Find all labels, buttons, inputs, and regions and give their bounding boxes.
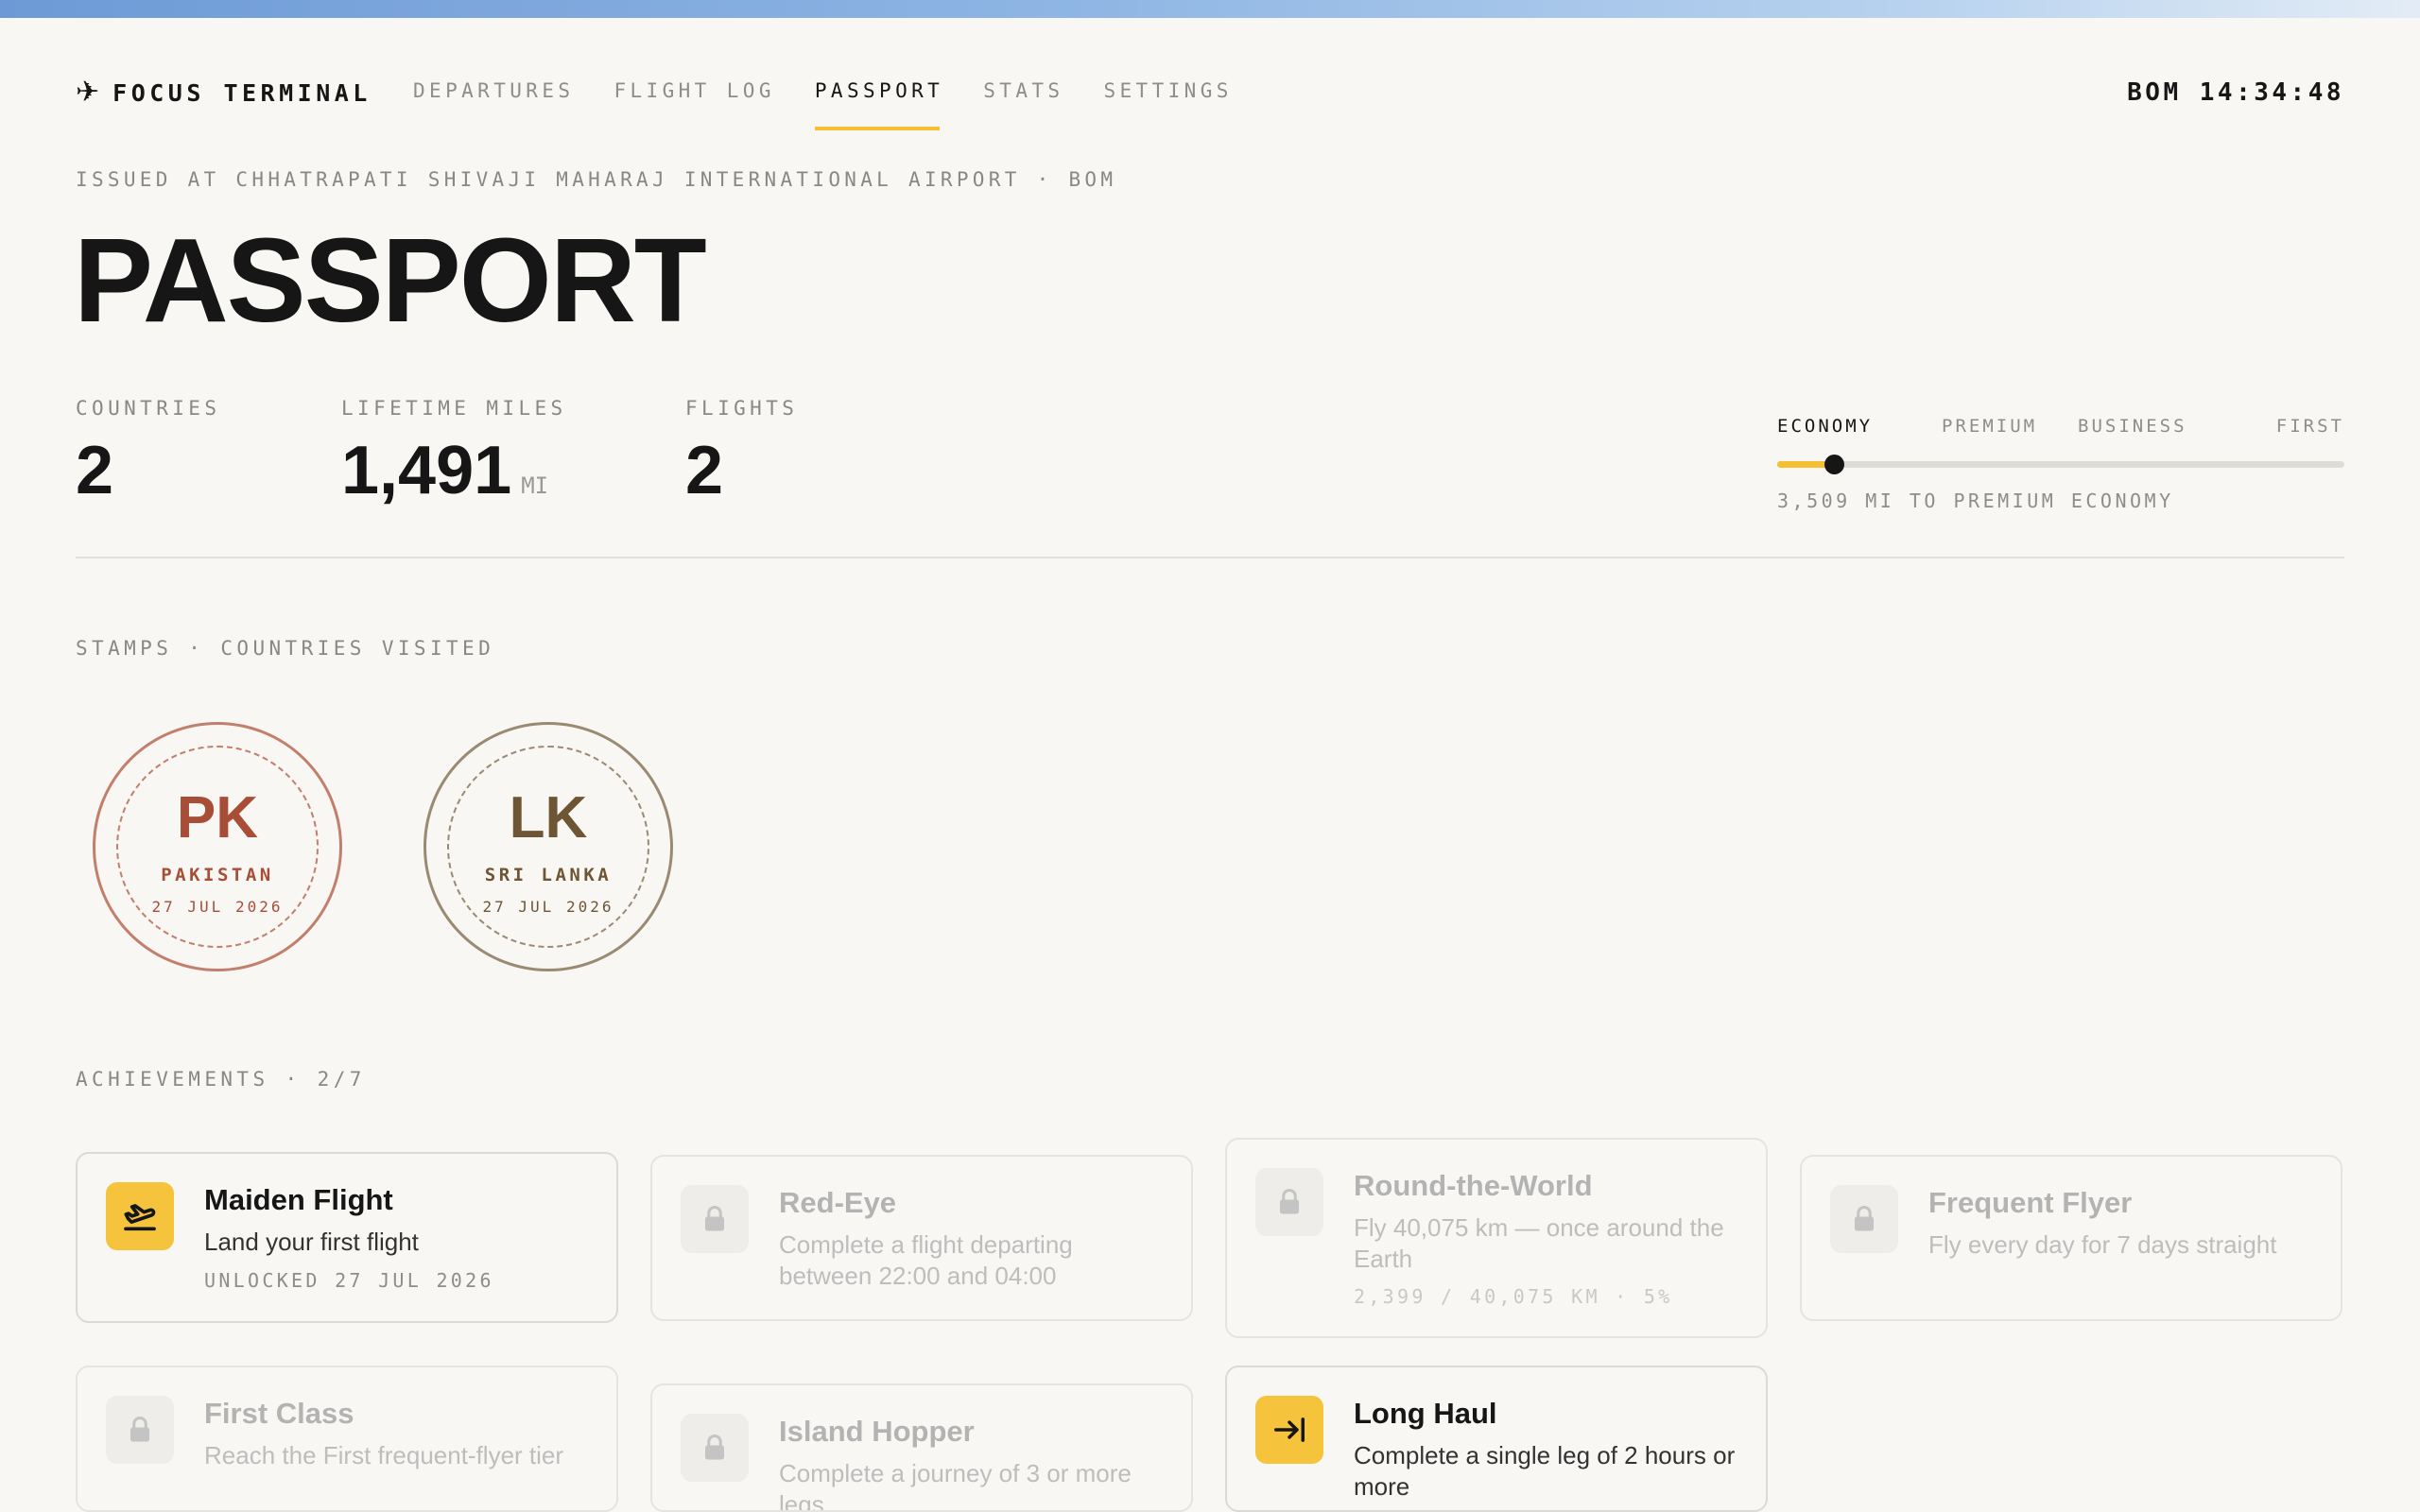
tab-passport[interactable]: PASSPORT [814, 79, 943, 130]
stat-lifetime-miles: LIFETIME MILES 1,491 MI [341, 397, 567, 505]
tier-progress-note: 3,509 MI TO PREMIUM ECONOMY [1777, 490, 2174, 512]
achievement-text: Frequent Flyer Fly every day for 7 days … [1928, 1185, 2318, 1261]
tab-departures[interactable]: DEPARTURES [413, 79, 574, 102]
stamps-heading: STAMPS · COUNTRIES VISITED [76, 637, 495, 660]
achievement-title: Maiden Flight [204, 1183, 393, 1216]
stamp-country-code: PK [176, 785, 259, 850]
achievement-title: Red-Eye [779, 1186, 897, 1219]
stamp-country-code: LK [509, 785, 588, 850]
achievement-island-hopper[interactable]: Island Hopper Complete a journey of 3 or… [650, 1383, 1193, 1512]
tier-premium: PREMIUM [1942, 416, 2038, 437]
issued-at-label: ISSUED AT CHHATRAPATI SHIVAJI MAHARAJ IN… [76, 168, 1117, 191]
arrow-to-line-icon [1255, 1396, 1323, 1464]
stat-miles-label: LIFETIME MILES [341, 397, 567, 420]
tab-settings[interactable]: SETTINGS [1103, 79, 1232, 102]
stat-miles-unit: MI [521, 472, 549, 499]
tier-business: BUSINESS [2078, 416, 2187, 437]
lock-icon [681, 1185, 749, 1253]
brand[interactable]: ✈ FOCUS TERMINAL [76, 78, 372, 107]
achievement-red-eye[interactable]: Red-Eye Complete a flight departing betw… [650, 1155, 1193, 1321]
top-accent-bar [0, 0, 2420, 18]
achievement-desc: Complete a single leg of 2 hours or more [1354, 1441, 1736, 1501]
tier-progress: ECONOMY PREMIUM BUSINESS FIRST 3,509 MI … [1777, 416, 2344, 512]
page-title: PASSPORT [74, 214, 707, 347]
stamp-sri-lanka[interactable]: LK SRI LANKA 27 JUL 2026 [424, 722, 673, 971]
stamp-date: 27 JUL 2026 [151, 898, 284, 916]
achievement-text: Round-the-World Fly 40,075 km — once aro… [1354, 1168, 1743, 1308]
achievement-text: First Class Reach the First frequent-fly… [204, 1396, 594, 1471]
stat-countries: COUNTRIES 2 [76, 397, 220, 505]
achievement-desc: Complete a flight departing between 22:0… [779, 1230, 1073, 1290]
achievement-title: Island Hopper [779, 1415, 975, 1448]
stat-countries-label: COUNTRIES [76, 397, 221, 420]
achievement-text: Long Haul Complete a single leg of 2 hou… [1354, 1396, 1743, 1502]
stamp-pakistan[interactable]: PK PAKISTAN 27 JUL 2026 [93, 722, 342, 971]
achievement-desc: Fly 40,075 km — once around the Earth [1354, 1213, 1724, 1273]
achievements-heading: ACHIEVEMENTS · 2/7 [76, 1068, 366, 1091]
achievement-text: Red-Eye Complete a flight departing betw… [779, 1185, 1168, 1291]
tier-names: ECONOMY PREMIUM BUSINESS FIRST [1777, 416, 2344, 440]
achievement-status: UNLOCKED 27 JUL 2026 [204, 1268, 494, 1292]
achievement-long-haul[interactable]: Long Haul Complete a single leg of 2 hou… [1225, 1366, 1768, 1512]
achievement-desc: Land your first flight [204, 1228, 419, 1257]
tier-economy: ECONOMY [1777, 416, 1874, 437]
achievement-desc: Reach the First frequent-flyer tier [204, 1441, 564, 1470]
achievement-desc: Complete a journey of 3 or more legs [779, 1459, 1132, 1512]
achievement-round-the-world[interactable]: Round-the-World Fly 40,075 km — once aro… [1225, 1138, 1768, 1338]
brand-name: FOCUS TERMINAL [112, 78, 372, 107]
tab-flight-log[interactable]: FLIGHT LOG [614, 79, 774, 102]
lock-icon [1830, 1185, 1898, 1253]
lock-icon [1255, 1168, 1323, 1236]
achievement-title: Long Haul [1354, 1397, 1497, 1430]
tier-progress-track [1777, 455, 2344, 474]
achievement-text: Maiden Flight Land your first flight UNL… [204, 1182, 594, 1292]
stat-flights-label: FLIGHTS [685, 397, 799, 420]
stat-flights-value: 2 [685, 433, 724, 508]
achievement-frequent-flyer[interactable]: Frequent Flyer Fly every day for 7 days … [1800, 1155, 2342, 1321]
achievement-title: First Class [204, 1397, 354, 1430]
plane-takeoff-icon [106, 1182, 174, 1250]
achievement-title: Round-the-World [1354, 1169, 1593, 1202]
tier-progress-knob [1824, 455, 1844, 474]
achievement-maiden-flight[interactable]: Maiden Flight Land your first flight UNL… [76, 1152, 618, 1323]
tier-first: FIRST [2275, 416, 2344, 437]
stamp-date: 27 JUL 2026 [482, 898, 614, 916]
tab-stats[interactable]: STATS [983, 79, 1063, 102]
achievement-title: Frequent Flyer [1928, 1186, 2133, 1219]
clock: BOM 14:34:48 [2127, 78, 2344, 107]
airplane-icon: ✈ [76, 77, 100, 108]
stamp-country-name: PAKISTAN [161, 865, 274, 885]
stamp-country-name: SRI LANKA [484, 865, 613, 885]
lock-icon [106, 1396, 174, 1464]
stat-countries-value: 2 [76, 433, 114, 508]
achievement-desc: Fly every day for 7 days straight [1928, 1230, 2277, 1260]
lock-icon [681, 1414, 749, 1482]
achievement-progress: 2,399 / 40,075 KM · 5% [1354, 1285, 1673, 1309]
stat-miles-value: 1,491 [341, 433, 512, 508]
stat-miles-value-wrap: 1,491 MI [341, 437, 567, 505]
stat-flights: FLIGHTS 2 [685, 397, 798, 505]
achievement-text: Island Hopper Complete a journey of 3 or… [779, 1414, 1168, 1512]
main-nav: DEPARTURES FLIGHT LOG PASSPORT STATS SET… [413, 79, 1272, 130]
achievement-first-class[interactable]: First Class Reach the First frequent-fly… [76, 1366, 618, 1512]
section-divider [76, 557, 2344, 558]
